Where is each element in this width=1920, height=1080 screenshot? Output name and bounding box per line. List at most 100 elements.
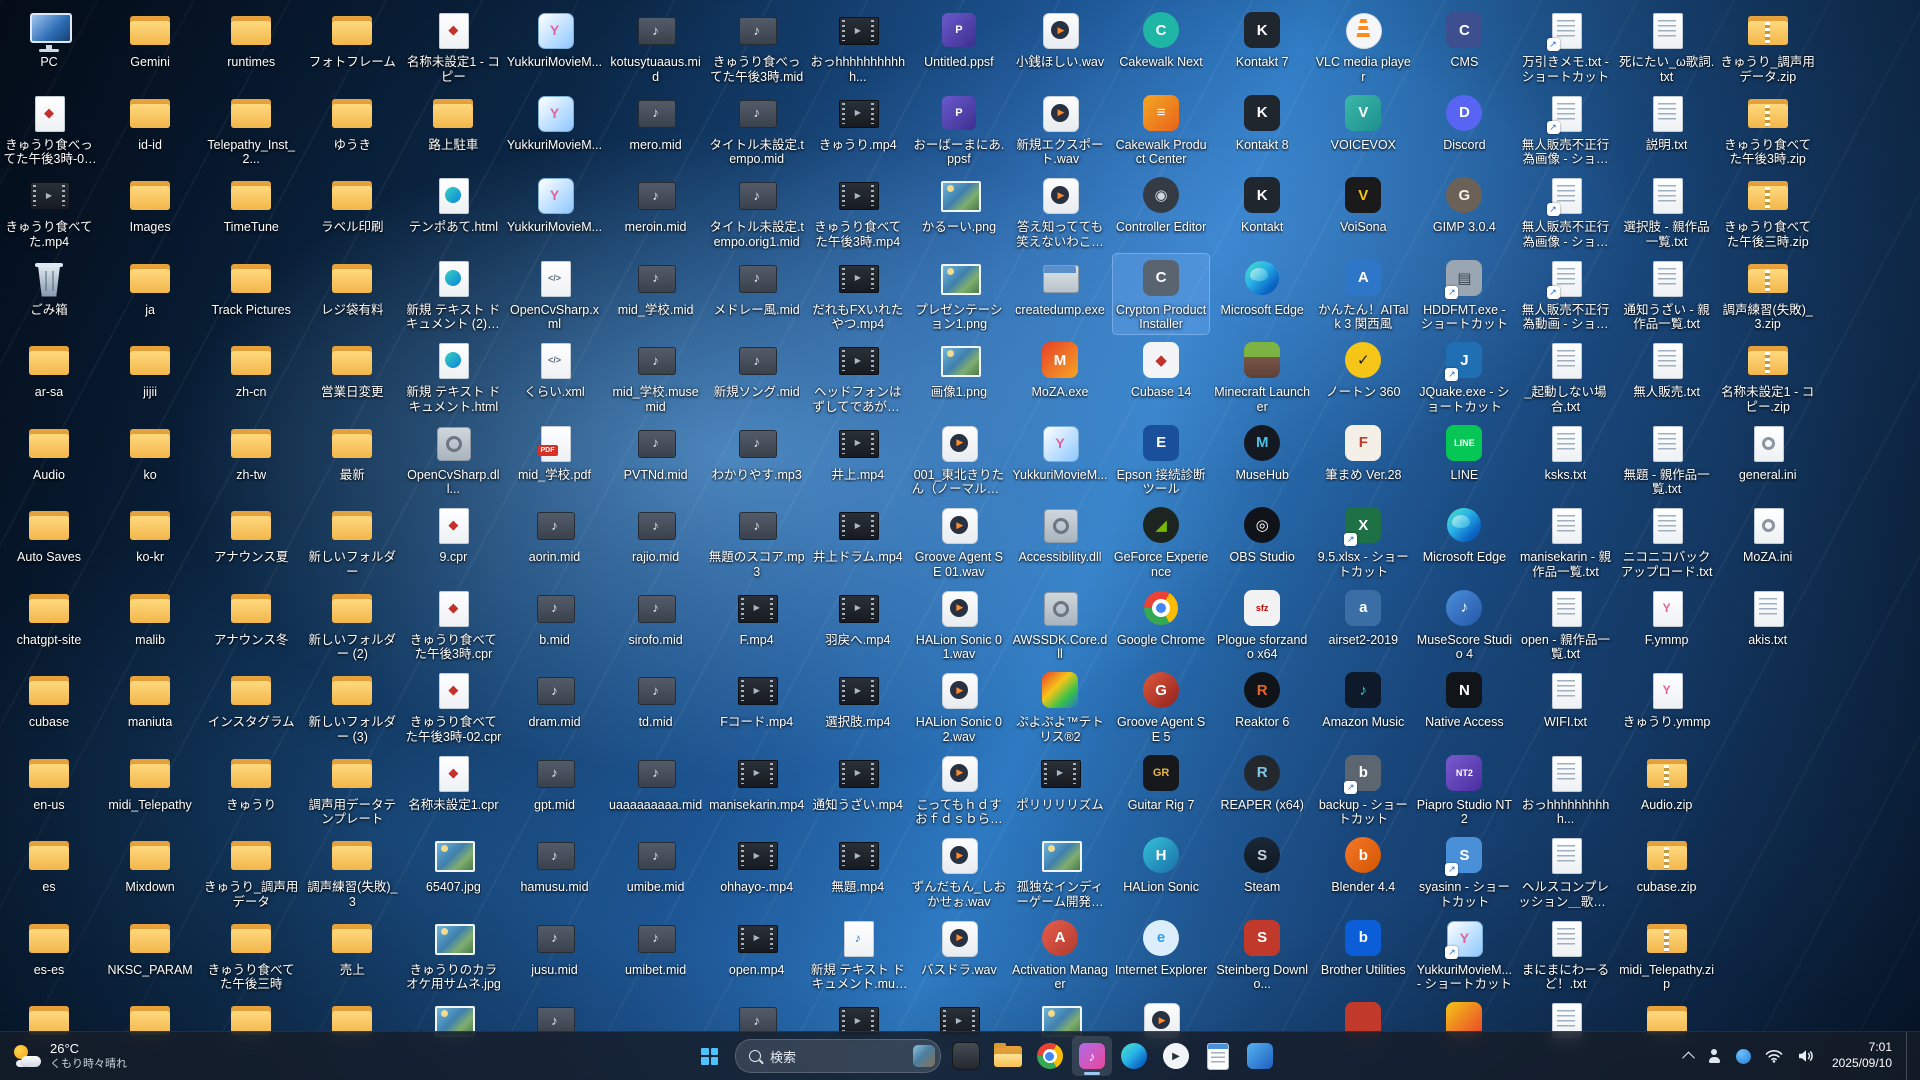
desktop-icon[interactable]: 新規 テキスト ドキュメント (2).html <box>405 254 501 335</box>
desktop-icon[interactable]: インスタグラム <box>203 666 299 732</box>
desktop-icon[interactable]: Microsoft Edge <box>1214 254 1310 320</box>
desktop-icon[interactable]: X ↗ 9.5.xlsx - ショートカット <box>1315 501 1411 582</box>
taskbar-app-blue-app[interactable] <box>1240 1036 1280 1076</box>
desktop-icon[interactable]: ↗ 無人販売不正行為画像 - ショートカット <box>1518 171 1614 252</box>
desktop-icon[interactable]: Y ↗ YukkuriMovieM... - ショートカット <box>1416 914 1512 995</box>
desktop-icon[interactable]: ▶ ohhayo-.mp4 <box>709 831 805 897</box>
desktop-icon[interactable]: ▶ きゅうり.mp4 <box>810 89 906 155</box>
desktop-icon[interactable]: OpenCvSharp.dll... <box>405 419 501 500</box>
desktop-icon[interactable]: A Activation Manager <box>1012 914 1108 995</box>
desktop-icon[interactable]: ♪ dram.mid <box>507 666 603 732</box>
desktop-icon[interactable]: ◢ GeForce Experience <box>1113 501 1209 582</box>
desktop-icon[interactable]: general.ini <box>1720 419 1816 485</box>
desktop-icon[interactable]: Audio <box>1 419 97 485</box>
desktop-icon[interactable]: createdump.exe <box>1012 254 1108 320</box>
desktop-icon[interactable]: ♪ umibe.mid <box>608 831 704 897</box>
desktop-icon[interactable]: 65407.jpg <box>405 831 501 897</box>
desktop-icon[interactable]: ♪ meroin.mid <box>608 171 704 237</box>
desktop-icon[interactable]: おっhhhhhhhhhh... <box>1518 749 1614 830</box>
desktop-icon[interactable]: ♪ きゅうり食べってた午後3時.mid <box>709 6 805 87</box>
desktop-icon[interactable]: 調声練習(失敗)_3 <box>304 831 400 912</box>
desktop-icon[interactable]: Google Chrome <box>1113 584 1209 650</box>
desktop-icon[interactable]: N Native Access <box>1416 666 1512 732</box>
desktop-icon[interactable]: ar-sa <box>1 336 97 402</box>
desktop-icon[interactable]: ラベル印刷 <box>304 171 400 237</box>
desktop-icon[interactable]: ◆ きゅうり食べてた午後3時.cpr <box>405 584 501 665</box>
desktop-icon[interactable]: きゅうり食べてた午後3時.zip <box>1720 89 1816 170</box>
desktop-icon[interactable]: ♪ タイトル未設定.tempo.mid <box>709 89 805 170</box>
weather-widget[interactable]: 26°C くもり時々晴れ <box>0 1032 141 1080</box>
desktop-icon[interactable]: ▶ 無題.mp4 <box>810 831 906 897</box>
desktop-icon[interactable]: ♪ わかりやす.mp3 <box>709 419 805 485</box>
taskbar-app-chrome[interactable] <box>1030 1036 1070 1076</box>
desktop-icon[interactable]: Y F.ymmp <box>1619 584 1715 650</box>
desktop-icon[interactable]: ♪ umibet.mid <box>608 914 704 980</box>
desktop-icon[interactable]: テンポあて.html <box>405 171 501 237</box>
desktop-icon[interactable]: レジ袋有料 <box>304 254 400 320</box>
desktop-icon[interactable]: e Internet Explorer <box>1113 914 1209 980</box>
desktop-icon[interactable]: P Untitled.ppsf <box>911 6 1007 72</box>
desktop-icon[interactable]: Track Pictures <box>203 254 299 320</box>
desktop-icon[interactable]: ▶ 羽戻へ.mp4 <box>810 584 906 650</box>
desktop-icon[interactable]: E Epson 接続診断ツール <box>1113 419 1209 500</box>
desktop-icon[interactable]: ↗ 無人販売不正行為画像 - ショートカッ... <box>1518 89 1614 170</box>
desktop-icon[interactable]: K Kontakt 7 <box>1214 6 1310 72</box>
desktop-icon[interactable]: ぷよぷよ™テトリス®2 <box>1012 666 1108 747</box>
desktop-icon[interactable]: ♪ rajio.mid <box>608 501 704 567</box>
desktop-icon[interactable]: J ↗ JQuake.exe - ショートカット <box>1416 336 1512 417</box>
desktop-icon[interactable]: ♪ kotusytuaaus.mid <box>608 6 704 87</box>
desktop-icon[interactable]: かるーい.png <box>911 171 1007 237</box>
desktop-icon[interactable]: ▶001_東北きりたん（ノーマル）_今しゃ... <box>911 419 1007 500</box>
desktop-icon[interactable]: ▶ 選択肢.mp4 <box>810 666 906 732</box>
desktop-icon[interactable]: K Kontakt <box>1214 171 1310 237</box>
desktop-icon[interactable]: Y YukkuriMovieM... <box>507 89 603 155</box>
desktop-icon[interactable]: Mixdown <box>102 831 198 897</box>
desktop-icon[interactable]: runtimes <box>203 6 299 72</box>
desktop-icon[interactable]: NT2 Piapro Studio NT2 <box>1416 749 1512 830</box>
desktop-icon[interactable]: ♪ mid_学校.musemid <box>608 336 704 417</box>
desktop-icon[interactable]: 売上 <box>304 914 400 980</box>
desktop-icon[interactable]: G GIMP 3.0.4 <box>1416 171 1512 237</box>
desktop-icon[interactable]: _起動しない場合.txt <box>1518 336 1614 417</box>
desktop-icon[interactable]: 最新 <box>304 419 400 485</box>
desktop-icon[interactable]: ♪ mero.mid <box>608 89 704 155</box>
desktop-icon[interactable]: 調声練習(失敗)_3.zip <box>1720 254 1816 335</box>
desktop-icon[interactable]: ▶ ずんだもん_しおかせぉ.wav <box>911 831 1007 912</box>
desktop-icon[interactable]: ▶ open.mp4 <box>709 914 805 980</box>
desktop-icon[interactable]: R REAPER (x64) <box>1214 749 1310 815</box>
desktop-icon[interactable]: P おーばーまにあ.ppsf <box>911 89 1007 170</box>
desktop-icon[interactable]: ◆ 9.cpr <box>405 501 501 567</box>
desktop-icon[interactable]: sfz Plogue sforzando x64 <box>1214 584 1310 665</box>
desktop-icon[interactable]: midi_Telepathy <box>102 749 198 815</box>
desktop-icon[interactable]: 画像1.png <box>911 336 1007 402</box>
desktop-icon[interactable]: ♪ メドレー風.mid <box>709 254 805 320</box>
desktop-icon[interactable]: ♪ Amazon Music <box>1315 666 1411 732</box>
desktop-icon[interactable]: M MoZA.exe <box>1012 336 1108 402</box>
desktop-icon[interactable]: ↗ 万引きメモ.txt - ショートカット <box>1518 6 1614 87</box>
desktop-icon[interactable]: cubase <box>1 666 97 732</box>
desktop-icon[interactable]: ♪ MuseScore Studio 4 <box>1416 584 1512 665</box>
desktop-icon[interactable]: zh-tw <box>203 419 299 485</box>
desktop-icon[interactable]: C CMS <box>1416 6 1512 72</box>
desktop-icon[interactable]: ≡ Cakewalk Product Center <box>1113 89 1209 170</box>
desktop-icon[interactable]: ▶ Groove Agent SE 01.wav <box>911 501 1007 582</box>
show-desktop-button[interactable] <box>1906 1032 1912 1080</box>
desktop-icon[interactable]: ▶ 井上.mp4 <box>810 419 906 485</box>
desktop-icon[interactable]: V VoiSona <box>1315 171 1411 237</box>
desktop-icon[interactable]: Gemini <box>102 6 198 72</box>
desktop-icon[interactable]: Telepathy_Inst_2... <box>203 89 299 170</box>
desktop-icon[interactable]: H HALion Sonic <box>1113 831 1209 897</box>
desktop-icon[interactable]: きゅうり食べてた午後三時.zip <box>1720 171 1816 252</box>
volume-icon[interactable] <box>1794 1046 1818 1066</box>
desktop-icon[interactable]: ko <box>102 419 198 485</box>
desktop-icon[interactable]: ◆ 名称未設定1 - コピー <box>405 6 501 87</box>
desktop-icon[interactable]: ko-kr <box>102 501 198 567</box>
taskbar-clock[interactable]: 7:01 2025/09/10 <box>1826 1040 1898 1071</box>
desktop-icon[interactable]: ◉ Controller Editor <box>1113 171 1209 237</box>
desktop-icon[interactable]: akis.txt <box>1720 584 1816 650</box>
desktop-icon[interactable]: NKSC_PARAM <box>102 914 198 980</box>
desktop-icon[interactable]: 新しいフォルダー (3) <box>304 666 400 747</box>
desktop-icon[interactable]: ▶ 答え知ってても笑えないわこれい.wav <box>1012 171 1108 252</box>
desktop-icon[interactable]: Microsoft Edge <box>1416 501 1512 567</box>
desktop-icon[interactable]: ▶ 新規エクスポート.wav <box>1012 89 1108 170</box>
